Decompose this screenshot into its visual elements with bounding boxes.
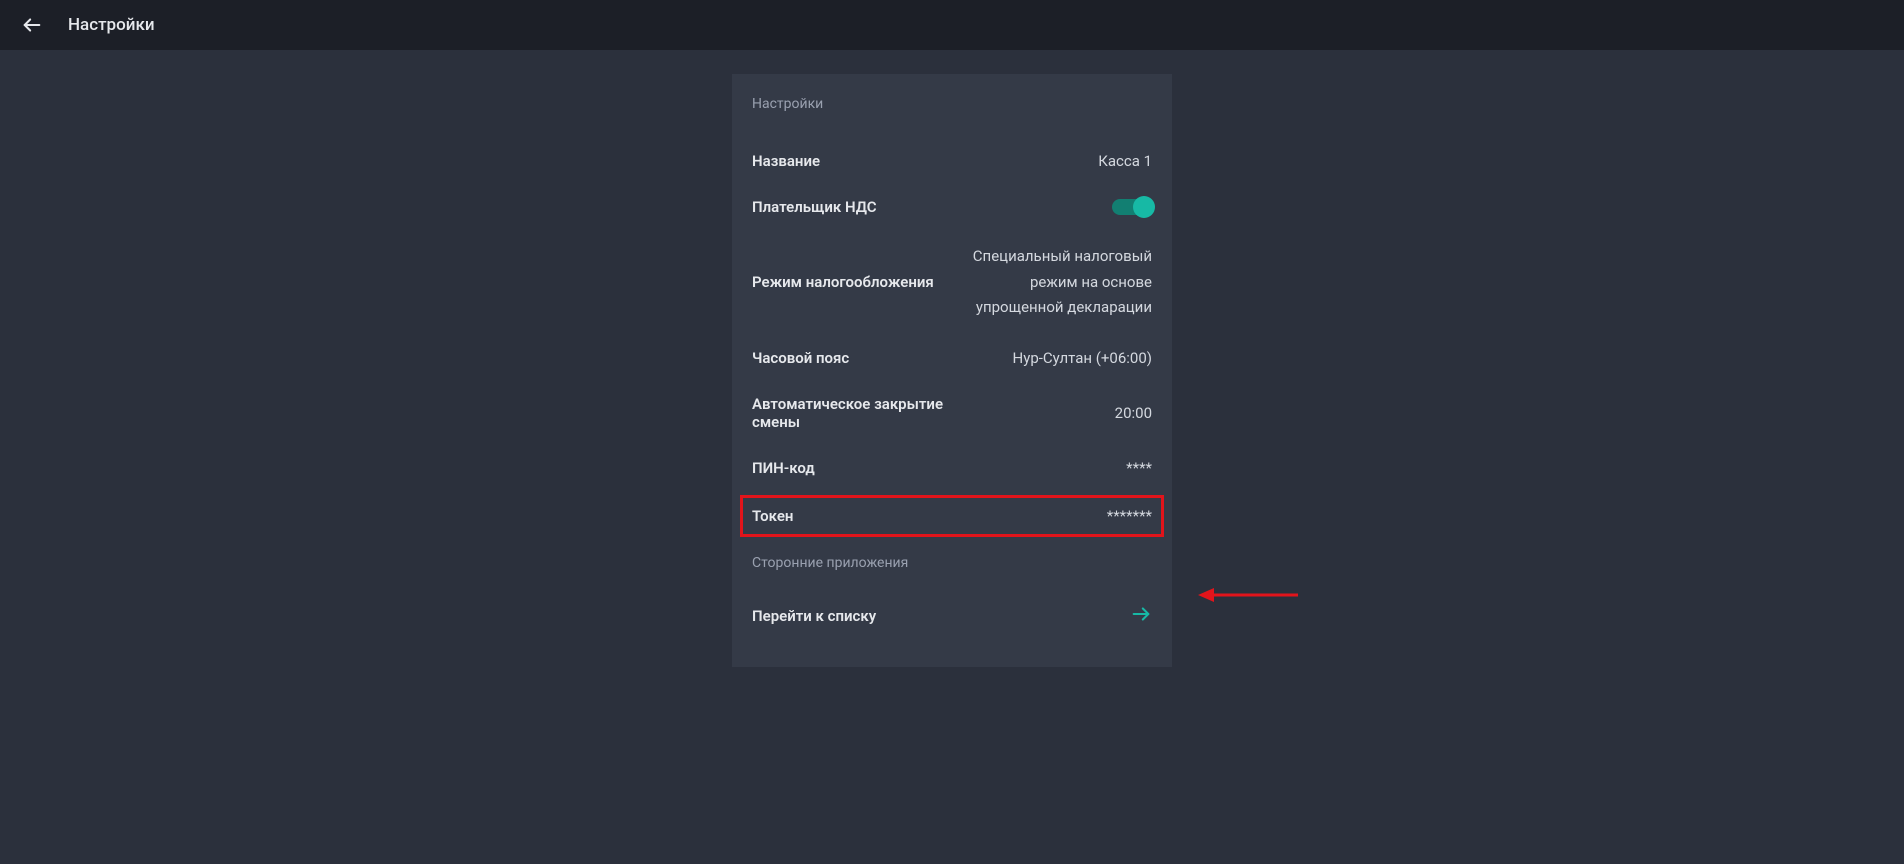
row-name-label: Название [752, 152, 820, 170]
row-pin-label: ПИН-код [752, 459, 815, 477]
row-tax-mode-value: Специальный налоговый режим на основе уп… [954, 244, 1152, 321]
row-timezone[interactable]: Часовой пояс Нур-Султан (+06:00) [752, 335, 1152, 381]
back-button[interactable] [18, 11, 46, 39]
app-header: Настройки [0, 0, 1904, 50]
row-name-value: Касса 1 [840, 152, 1152, 170]
vat-toggle[interactable] [1112, 199, 1152, 215]
page-title: Настройки [68, 15, 155, 35]
section-thirdparty-label: Сторонние приложения [752, 555, 1152, 571]
row-vat: Плательщик НДС [752, 184, 1152, 230]
token-highlight: Токен ******* [740, 495, 1164, 537]
row-auto-close-label: Автоматическое закрытие смены [752, 395, 992, 431]
row-tax-mode[interactable]: Режим налогообложения Специальный налого… [752, 230, 1152, 335]
settings-card: Настройки Название Касса 1 Плательщик НД… [732, 74, 1172, 667]
row-token[interactable]: Токен ******* [752, 495, 1152, 537]
row-auto-close[interactable]: Автоматическое закрытие смены 20:00 [752, 381, 1152, 445]
row-tax-mode-label: Режим налогообложения [752, 273, 934, 291]
row-pin-value: **** [835, 459, 1152, 477]
row-auto-close-value: 20:00 [1012, 404, 1152, 422]
main-area: Настройки Название Касса 1 Плательщик НД… [160, 50, 1744, 667]
row-name[interactable]: Название Касса 1 [752, 138, 1152, 184]
row-timezone-value: Нур-Султан (+06:00) [869, 349, 1152, 367]
row-token-label: Токен [752, 507, 793, 525]
row-pin[interactable]: ПИН-код **** [752, 445, 1152, 491]
row-timezone-label: Часовой пояс [752, 349, 849, 367]
row-goto-list[interactable]: Перейти к списку [752, 589, 1152, 643]
arrow-left-icon [21, 14, 43, 36]
row-vat-label: Плательщик НДС [752, 198, 877, 216]
section-settings-label: Настройки [752, 96, 1152, 112]
arrow-right-icon [1130, 603, 1152, 629]
row-goto-list-label: Перейти к списку [752, 607, 876, 625]
row-token-value: ******* [813, 507, 1152, 525]
